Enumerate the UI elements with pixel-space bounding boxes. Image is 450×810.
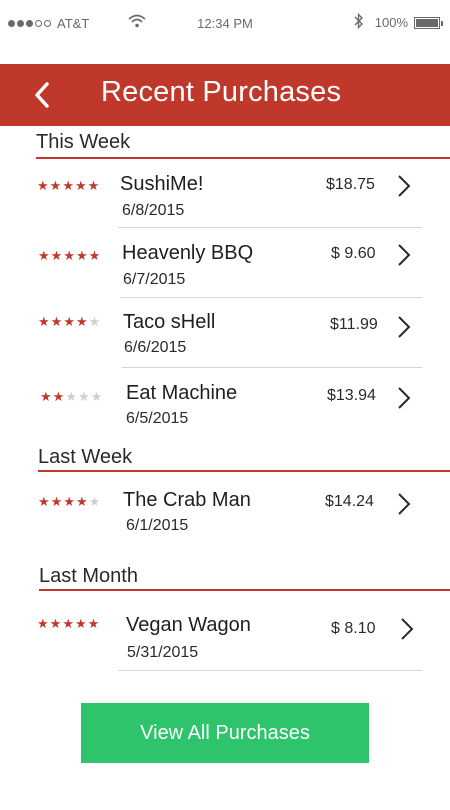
star-icon: ★ [62, 616, 74, 631]
section-title-last-month: Last Month [39, 565, 138, 587]
star-rating: ★ ★ ★ ★ ★ [37, 179, 99, 192]
purchase-price: $14.24 [325, 493, 374, 510]
star-rating: ★ ★ ★ ★ ★ [37, 617, 99, 630]
star-icon: ★ [74, 616, 87, 631]
purchase-name: Eat Machine [126, 382, 238, 404]
star-icon: ★ [75, 494, 88, 509]
star-icon: ★ [38, 248, 50, 263]
star-icon: ★ [75, 248, 88, 263]
star-icon: ★ [52, 389, 65, 404]
star-icon: ★ [37, 616, 49, 631]
section-title-last-week: Last Week [38, 446, 133, 468]
star-icon: ★ [38, 314, 50, 329]
chevron-right-icon[interactable] [397, 492, 411, 516]
purchase-price: $13.94 [327, 387, 376, 404]
purchase-date: 6/1/2015 [126, 517, 189, 534]
purchase-price: $18.75 [326, 176, 375, 193]
row-divider [118, 670, 422, 671]
star-icon: ★ [88, 314, 101, 329]
star-icon: ★ [49, 616, 62, 631]
star-icon: ★ [63, 494, 75, 509]
star-icon: ★ [63, 314, 75, 329]
purchase-date: 6/8/2015 [122, 202, 185, 219]
star-icon: ★ [77, 389, 90, 404]
star-icon: ★ [62, 178, 74, 193]
purchase-row-taco-shell[interactable]: ★ ★ ★ ★ ★ Taco sHell 6/6/2015 $11.99 [0, 298, 450, 368]
purchase-name: SushiMe! [120, 173, 204, 195]
purchase-row-the-crab-man[interactable]: ★ ★ ★ ★ ★ The Crab Man 6/1/2015 $14.24 [0, 473, 450, 543]
view-all-purchases-button[interactable]: View All Purchases [81, 703, 369, 763]
chevron-right-icon[interactable] [397, 174, 411, 198]
purchase-date: 6/6/2015 [124, 339, 187, 356]
back-chevron-icon[interactable] [28, 78, 58, 112]
star-icon: ★ [75, 314, 88, 329]
purchase-name: The Crab Man [123, 489, 251, 511]
page-title: Recent Purchases [101, 76, 342, 108]
purchase-price: $11.99 [330, 316, 378, 333]
star-icon: ★ [88, 248, 101, 263]
purchase-price: $ 8.10 [331, 620, 376, 637]
section-divider [38, 470, 450, 472]
star-rating: ★ ★ ★ ★ ★ [38, 495, 100, 508]
chevron-right-icon[interactable] [397, 243, 411, 267]
battery-icon [414, 16, 443, 29]
purchase-row-heavenly-bbq[interactable]: ★ ★ ★ ★ ★ Heavenly BBQ 6/7/2015 $ 9.60 [0, 228, 450, 298]
star-icon: ★ [50, 494, 63, 509]
chevron-right-icon[interactable] [397, 386, 411, 410]
star-icon: ★ [63, 248, 75, 263]
star-icon: ★ [50, 314, 63, 329]
star-icon: ★ [38, 494, 50, 509]
section-divider [39, 589, 450, 591]
status-bar: AT&T 12:34 PM 100% [0, 0, 450, 46]
purchase-price: $ 9.60 [331, 245, 376, 262]
purchase-row-vegan-wagon[interactable]: ★ ★ ★ ★ ★ Vegan Wagon 5/31/2015 $ 8.10 [0, 600, 450, 672]
bluetooth-icon [354, 13, 363, 29]
section-divider [36, 157, 450, 159]
star-rating: ★ ★ ★ ★ ★ [40, 390, 102, 403]
star-icon: ★ [37, 178, 49, 193]
battery-percent: 100% [374, 15, 408, 30]
chevron-right-icon[interactable] [397, 315, 411, 339]
star-rating: ★ ★ ★ ★ ★ [38, 249, 100, 262]
battery-group: 100% [374, 15, 443, 30]
purchase-name: Vegan Wagon [126, 614, 251, 636]
app-header: Recent Purchases [0, 64, 450, 126]
purchase-name: Heavenly BBQ [122, 242, 254, 264]
purchase-row-eat-machine[interactable]: ★ ★ ★ ★ ★ Eat Machine 6/5/2015 $13.94 [0, 368, 450, 436]
star-icon: ★ [74, 178, 87, 193]
star-icon: ★ [88, 494, 101, 509]
star-icon: ★ [90, 389, 103, 404]
purchase-name: Taco sHell [123, 311, 216, 333]
chevron-right-icon[interactable] [400, 617, 414, 641]
star-icon: ★ [40, 389, 52, 404]
star-icon: ★ [65, 389, 77, 404]
purchase-row-sushime[interactable]: ★ ★ ★ ★ ★ SushiMe! 6/8/2015 $18.75 [0, 160, 450, 228]
purchase-date: 6/7/2015 [123, 271, 186, 288]
purchase-date: 5/31/2015 [127, 644, 199, 661]
purchase-date: 6/5/2015 [126, 410, 189, 427]
star-icon: ★ [50, 248, 63, 263]
star-icon: ★ [87, 616, 100, 631]
star-icon: ★ [87, 178, 100, 193]
star-icon: ★ [49, 178, 62, 193]
star-rating: ★ ★ ★ ★ ★ [38, 315, 100, 328]
section-title-this-week: This Week [36, 131, 131, 153]
